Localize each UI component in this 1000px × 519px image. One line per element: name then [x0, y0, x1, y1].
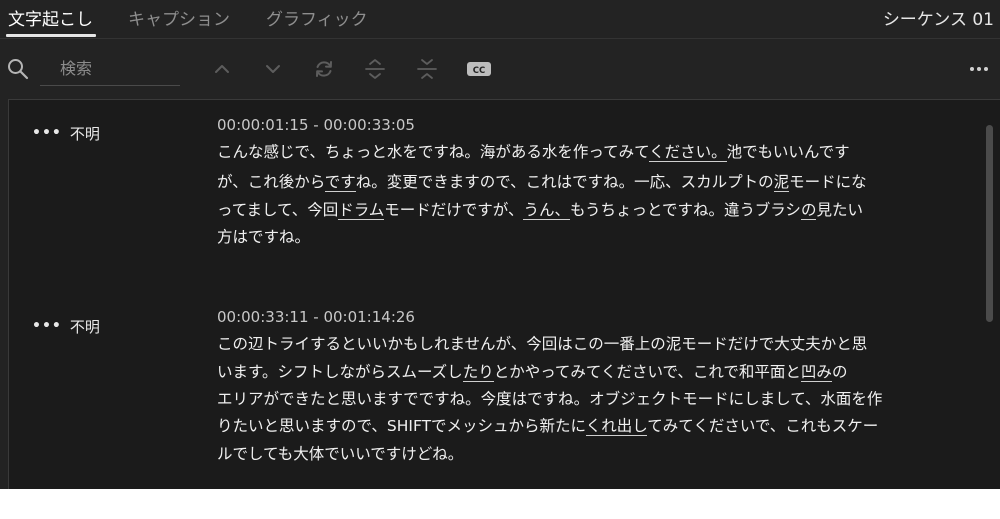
transcript-line[interactable]: います。シフトしながらスムーズしたりとかやってみてくださいで、これで和平面と凹み…: [217, 360, 847, 382]
flagged-word[interactable]: の: [800, 201, 817, 220]
merge-icon[interactable]: [416, 58, 438, 80]
transcript-text: 池でもいいんです: [726, 143, 850, 161]
transcript-text: の: [831, 363, 848, 381]
flagged-word[interactable]: 泥: [773, 173, 790, 192]
flagged-word[interactable]: ください。: [649, 143, 727, 162]
more-icon[interactable]: •••: [32, 125, 62, 141]
sequence-name: シーケンス 01: [882, 10, 994, 30]
transcript-text: 方はですね。: [217, 228, 311, 246]
flagged-word[interactable]: です: [324, 173, 356, 192]
tab-captions[interactable]: キャプション: [128, 5, 230, 30]
closed-caption-icon[interactable]: CC: [466, 58, 492, 80]
more-icon[interactable]: •••: [32, 318, 62, 334]
flagged-word[interactable]: くれ出し: [585, 417, 648, 436]
flagged-word[interactable]: 凹み: [800, 363, 832, 382]
transcript-text: エリアができたと思いますでですね。今度はですね。オブジェクトモードにしまして、水…: [217, 390, 883, 408]
transcript-text: ね。変更できますので、これはですね。一応、スカルプトの: [355, 173, 774, 191]
transcript-line[interactable]: りたいと思いますので、SHIFTでメッシュから新たにくれ出してみてくださいで、こ…: [217, 414, 878, 436]
transcript-text: とかやってみてくださいで、これで和平面と: [493, 363, 801, 381]
transcript-text: 見たい: [816, 201, 863, 219]
transcript-line[interactable]: この辺トライするといいかもしれませんが、今回はこの一番上の泥モードだけで大丈夫か…: [217, 332, 867, 354]
split-icon[interactable]: [364, 58, 386, 80]
transcript-text: もうちょっとですね。違うブラシ: [569, 201, 801, 219]
transcript-line[interactable]: が、これ後からですね。変更できますので、これはですね。一応、スカルプトの泥モード…: [217, 170, 867, 192]
transcript-text: りたいと思いますので、SHIFTでメッシュから新たに: [217, 417, 586, 435]
tab-graphics[interactable]: グラフィック: [266, 5, 368, 30]
more-horizontal-icon[interactable]: [968, 58, 990, 80]
tab-bar: 文字起こし キャプション グラフィック シーケンス 01: [0, 0, 1000, 38]
speaker-label[interactable]: ••• 不明: [32, 123, 100, 144]
transcript-text: が、これ後から: [217, 173, 325, 191]
flagged-word[interactable]: うん、: [523, 201, 570, 220]
transcript-line[interactable]: こんな感じで、ちょっと水をですね。海がある水を作ってみてください。池でもいいんで…: [217, 140, 850, 162]
transcript-text: こんな感じで、ちょっと水をですね。海がある水を作ってみて: [217, 143, 650, 161]
transcript-panel: 文字起こし キャプション グラフィック シーケンス 01 CC: [0, 0, 1000, 489]
transcript-text: ルでしても大体でいいですけどね。: [217, 445, 464, 463]
segment-timecode: 00:00:01:15 - 00:00:33:05: [217, 116, 415, 134]
flagged-word[interactable]: ドラム: [338, 201, 385, 220]
transcript-line[interactable]: 方はですね。: [217, 225, 310, 247]
refresh-icon[interactable]: [313, 58, 335, 80]
speaker-label[interactable]: ••• 不明: [32, 316, 100, 337]
transcript-line[interactable]: ってまして、今回ドラムモードだけですが、うん、もうちょっとですね。違うブラシの見…: [217, 198, 863, 220]
scrollbar-thumb[interactable]: [986, 125, 993, 322]
transcript-line[interactable]: ルでしても大体でいいですけどね。: [217, 442, 463, 464]
transcript-line[interactable]: エリアができたと思いますでですね。今度はですね。オブジェクトモードにしまして、水…: [217, 387, 882, 409]
chevron-up-icon[interactable]: [211, 58, 233, 80]
transcript-text: この辺トライするといいかもしれませんが、今回はこの一番上の泥モードだけで大丈夫か…: [217, 335, 868, 353]
tab-transcript[interactable]: 文字起こし: [8, 5, 93, 30]
transcript-text: います。シフトしながらスムーズし: [217, 363, 463, 381]
segment-timecode: 00:00:33:11 - 00:01:14:26: [217, 308, 415, 326]
chevron-down-icon[interactable]: [262, 58, 284, 80]
active-tab-indicator: [6, 34, 96, 37]
transcript-text: ってまして、今回: [217, 201, 339, 219]
tab-divider: [0, 38, 1000, 39]
search-input[interactable]: [40, 52, 180, 86]
transcript-text: モードだけですが、: [384, 201, 524, 219]
transcript-text: てみてくださいで、これもスケー: [647, 417, 879, 435]
search-icon[interactable]: [6, 57, 30, 81]
flagged-word[interactable]: たり: [462, 363, 494, 382]
transcript-text: モードにな: [789, 173, 867, 191]
cc-label: CC: [473, 66, 485, 76]
